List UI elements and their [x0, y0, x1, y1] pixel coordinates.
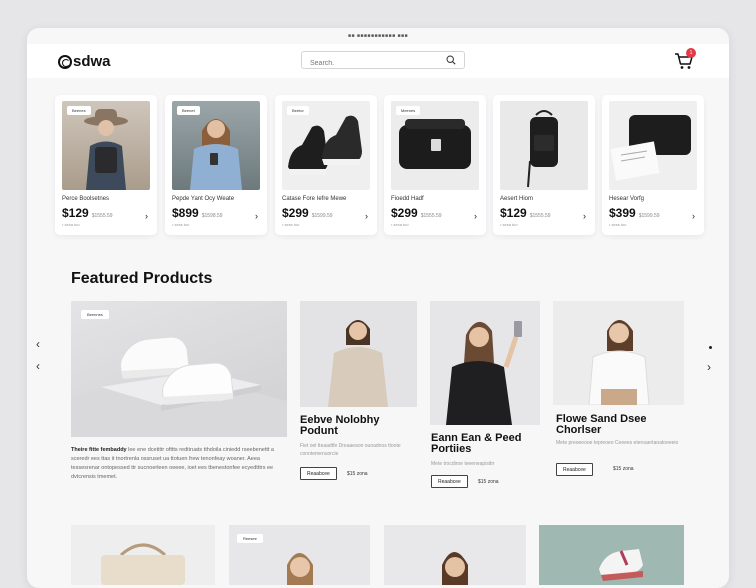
product-name: Eann Ean & Peed Portiies [431, 432, 522, 455]
product-subtext: • sess tuo [172, 222, 190, 227]
product-image[interactable] [300, 301, 417, 407]
product-card[interactable]: Beenes Perce Boolsetnes $129 $1555.59 • s… [55, 95, 157, 235]
product-image[interactable] [430, 301, 540, 425]
cart-count-badge: 1 [686, 48, 696, 58]
address-text: ■■ ■■■■■■■■■■■ ■■■ [347, 33, 409, 39]
add-to-cart-button[interactable]: Reaabcee [556, 463, 593, 476]
product-subtext: • sesa tuo [500, 222, 518, 227]
product-name: Aesert Hiom [500, 196, 534, 202]
chevron-right-icon[interactable]: › [365, 211, 368, 221]
product-subtext: • sesa tuo [391, 222, 409, 227]
browser-window: ■■ ■■■■■■■■■■■ ■■■ sdwa 1 [27, 28, 729, 588]
product-image[interactable] [539, 525, 684, 585]
product-tag: Beenet [177, 106, 200, 115]
product-price: $129 $1555.59 [62, 206, 113, 220]
product-image [609, 101, 697, 190]
product-name: Pepde Yant Ocy Weate [172, 196, 235, 202]
chevron-left-icon[interactable]: ‹ [36, 337, 40, 351]
product-description: Fiet oel tteaadtfe Dreaaeaon ouoadnos tt… [300, 443, 401, 457]
chevron-right-icon[interactable]: › [145, 211, 148, 221]
product-tag: Beetor [287, 106, 309, 115]
product-description: Mete trocdiroe teeeneapisitrr [431, 461, 495, 467]
featured-hero-image[interactable]: Beennes [71, 301, 287, 437]
product-card[interactable]: Aesert Hiom $129 $1555.59 • sesa tuo › [493, 95, 595, 235]
chevron-right-icon[interactable]: › [474, 211, 477, 221]
product-price: $15 zona [478, 479, 499, 485]
logo-icon [58, 54, 72, 69]
product-subtext: • sess tuo [282, 222, 300, 227]
product-tag: Beenes [67, 106, 91, 115]
product-name: Perce Boolsetnes [62, 196, 110, 202]
section-title: Featured Products [71, 270, 213, 287]
site-header: sdwa 1 [27, 44, 729, 78]
product-tag: Beennes [81, 310, 109, 319]
product-name: Eebve Nolobhy Podunt [300, 414, 380, 437]
product-price: $129 $1555.59 [500, 206, 551, 220]
search-icon[interactable] [446, 55, 456, 65]
product-subtext: • sesa tuo [62, 222, 80, 227]
chevron-right-icon[interactable]: › [255, 211, 258, 221]
product-image[interactable] [553, 301, 684, 405]
product-card[interactable]: Hesear Vorfg $399 $1599.59 • sess tuo › [602, 95, 704, 235]
product-image[interactable]: Reesee [229, 525, 370, 585]
product-name: Catase Fore Iefre Mewe [282, 196, 347, 202]
search-bar [301, 51, 465, 72]
product-card[interactable]: Beenet Pepde Yant Ocy Weate $899 $1598.59… [165, 95, 267, 235]
product-price: $399 $1599.59 [609, 206, 660, 220]
title-bar: ■■ ■■■■■■■■■■■ ■■■ [27, 28, 729, 44]
product-price: $299 $1555.59 [391, 206, 442, 220]
product-image[interactable] [384, 525, 526, 585]
add-to-cart-button[interactable]: Reaabcee [431, 475, 468, 488]
product-name: Hesear Vorfg [609, 196, 645, 202]
product-price: $15 zona [613, 466, 634, 472]
product-description: Mete preoeeooe tepreoeo Ceeees eteroaert… [556, 440, 679, 446]
logo-text: sdwa [73, 53, 111, 70]
product-image[interactable] [71, 525, 215, 585]
product-tag: Meenes [396, 106, 421, 115]
product-card[interactable]: Meenes Fioedd Hadf $299 $1555.59 • sesa t… [384, 95, 486, 235]
product-name: Fioedd Hadf [391, 196, 424, 202]
carousel-dot[interactable] [709, 346, 712, 349]
chevron-right-icon[interactable]: › [583, 211, 586, 221]
product-name: Flowe Sand Dsee Chorlser [556, 413, 647, 436]
chevron-right-icon[interactable]: › [692, 211, 695, 221]
site-logo[interactable]: sdwa [58, 53, 111, 70]
chevron-right-icon[interactable]: › [707, 360, 711, 374]
product-price: $15 zona [347, 471, 368, 477]
search-input[interactable] [302, 55, 432, 72]
product-price: $299 $1599.59 [282, 206, 333, 220]
add-to-cart-button[interactable]: Reaabcee [300, 467, 337, 480]
product-price: $899 $1598.59 [172, 206, 223, 220]
product-image [500, 101, 588, 190]
product-subtext: • sess tuo [609, 222, 627, 227]
product-card[interactable]: Beetor Catase Fore Iefre Mewe $299 $1599.… [275, 95, 377, 235]
product-tag: Reesee [237, 534, 263, 543]
hero-description: Theire fitte fembaddy lee ene dcetittr o… [71, 447, 274, 480]
chevron-left-icon[interactable]: ‹ [36, 359, 40, 373]
